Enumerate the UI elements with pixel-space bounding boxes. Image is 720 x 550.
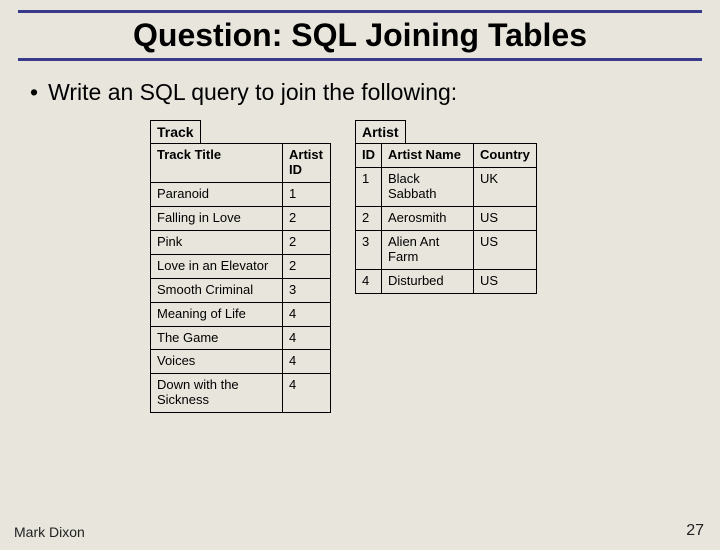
artist-block: Artist ID Artist Name Country 1Black Sab…	[355, 120, 537, 294]
cell: Disturbed	[382, 269, 474, 293]
table-row: Falling in Love2	[151, 206, 331, 230]
bullet-line: • Write an SQL query to join the followin…	[30, 79, 702, 106]
cell: US	[474, 206, 537, 230]
cell: 1	[356, 167, 382, 206]
cell: Voices	[151, 350, 283, 374]
cell: Aerosmith	[382, 206, 474, 230]
cell: US	[474, 230, 537, 269]
cell: The Game	[151, 326, 283, 350]
cell: UK	[474, 167, 537, 206]
table-row: Smooth Criminal3	[151, 278, 331, 302]
artist-caption: Artist	[355, 120, 406, 143]
cell: 4	[356, 269, 382, 293]
cell: 4	[283, 326, 331, 350]
table-row: Meaning of Life4	[151, 302, 331, 326]
cell: 3	[283, 278, 331, 302]
cell: Black Sabbath	[382, 167, 474, 206]
bullet-icon: •	[30, 79, 38, 105]
cell: Smooth Criminal	[151, 278, 283, 302]
artist-header-country: Country	[474, 144, 537, 168]
cell: 4	[283, 350, 331, 374]
track-table: Track Title Artist ID Paranoid1 Falling …	[150, 143, 331, 413]
track-caption: Track	[150, 120, 201, 143]
cell: 2	[283, 254, 331, 278]
artist-header-row: ID Artist Name Country	[356, 144, 537, 168]
track-header-row: Track Title Artist ID	[151, 144, 331, 183]
table-row: 3Alien Ant FarmUS	[356, 230, 537, 269]
cell: 2	[283, 206, 331, 230]
cell: Pink	[151, 230, 283, 254]
cell: 3	[356, 230, 382, 269]
cell: Paranoid	[151, 182, 283, 206]
artist-table: ID Artist Name Country 1Black SabbathUK …	[355, 143, 537, 294]
track-header-artistid: Artist ID	[283, 144, 331, 183]
table-row: Pink2	[151, 230, 331, 254]
table-row: Voices4	[151, 350, 331, 374]
track-block: Track Track Title Artist ID Paranoid1 Fa…	[150, 120, 331, 413]
cell: Alien Ant Farm	[382, 230, 474, 269]
cell: 4	[283, 302, 331, 326]
page-title: Question: SQL Joining Tables	[18, 17, 702, 54]
table-row: The Game4	[151, 326, 331, 350]
bullet-text: Write an SQL query to join the following…	[48, 79, 457, 105]
cell: 2	[283, 230, 331, 254]
cell: 2	[356, 206, 382, 230]
rule-bottom	[18, 58, 702, 61]
table-row: 1Black SabbathUK	[356, 167, 537, 206]
cell: US	[474, 269, 537, 293]
footer-page-number: 27	[686, 522, 704, 540]
tables-container: Track Track Title Artist ID Paranoid1 Fa…	[150, 120, 720, 413]
artist-header-name: Artist Name	[382, 144, 474, 168]
rule-top	[18, 10, 702, 13]
cell: 4	[283, 374, 331, 413]
cell: Meaning of Life	[151, 302, 283, 326]
table-row: Paranoid1	[151, 182, 331, 206]
table-row: 2AerosmithUS	[356, 206, 537, 230]
table-row: Down with the Sickness4	[151, 374, 331, 413]
cell: Love in an Elevator	[151, 254, 283, 278]
table-row: Love in an Elevator2	[151, 254, 331, 278]
footer-author: Mark Dixon	[14, 524, 85, 540]
artist-header-id: ID	[356, 144, 382, 168]
cell: 1	[283, 182, 331, 206]
cell: Down with the Sickness	[151, 374, 283, 413]
cell: Falling in Love	[151, 206, 283, 230]
track-header-title: Track Title	[151, 144, 283, 183]
table-row: 4DisturbedUS	[356, 269, 537, 293]
